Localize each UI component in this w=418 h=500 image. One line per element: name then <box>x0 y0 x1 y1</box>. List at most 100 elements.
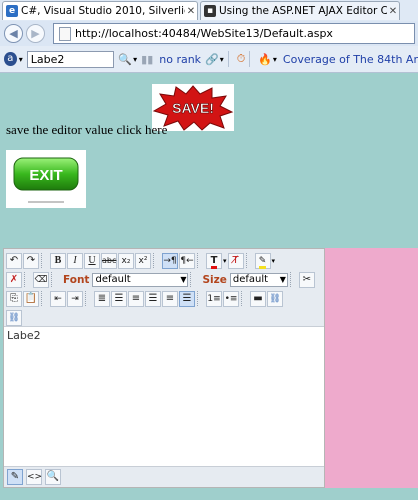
bullet-list-icon: •≡ <box>224 293 238 304</box>
close-icon[interactable]: ✕ <box>185 6 197 17</box>
remove-highlight-icon: ✗ <box>9 273 19 285</box>
link-icon[interactable]: 🔗 <box>205 53 219 66</box>
indent-icon: ⇥ <box>71 293 79 304</box>
justify-full-button[interactable]: ☰ <box>179 290 195 307</box>
editor-toolbar: ↶ ↷ B I U abc x₂ x² →¶ ¶← T ▾ T̸ ✎ ▾ ✗ ⌫… <box>4 249 324 327</box>
news-link[interactable]: Coverage of The 84th Ar <box>283 53 418 66</box>
toolbar-logo-icon[interactable]: a <box>4 52 17 66</box>
editor-content-area[interactable]: Labe2 <box>7 329 41 342</box>
ltr-button[interactable]: →¶ <box>162 252 178 269</box>
design-mode-button[interactable]: ✎ <box>7 469 23 485</box>
undo-icon: ↶ <box>9 254 19 266</box>
ie-page-icon: e <box>6 5 18 17</box>
chevron-down-icon[interactable]: ▾ <box>273 55 277 64</box>
undo-button[interactable]: ↶ <box>6 252 22 269</box>
paragraph-button[interactable]: ≣ <box>94 290 110 307</box>
font-select[interactable]: default ▼ <box>92 272 189 287</box>
tab-label: C#, Visual Studio 2010, Silverlight, AS.… <box>21 5 185 17</box>
rank-text[interactable]: no rank <box>159 53 201 66</box>
back-arrow-icon: ◀ <box>9 27 18 40</box>
remove-font-color-button[interactable]: T̸ <box>227 252 244 269</box>
link-icon: ⛓ <box>269 293 281 304</box>
insert-link-button[interactable]: ⛓ <box>267 290 283 307</box>
chevron-down-icon[interactable]: ▾ <box>220 55 224 64</box>
outdent-button[interactable]: ⇤ <box>50 290 66 307</box>
timer-icon[interactable]: ⏱ <box>237 52 246 66</box>
chevron-down-icon[interactable]: ▾ <box>133 55 137 64</box>
exit-image-text: EXIT <box>29 167 62 184</box>
font-color-icon: T <box>210 255 218 269</box>
magnifier-icon: 🔍 <box>46 471 60 482</box>
highlight-button[interactable]: ✎ <box>254 252 271 269</box>
size-select[interactable]: default ▼ <box>229 272 288 287</box>
close-icon[interactable]: ✕ <box>387 6 399 17</box>
copy-button[interactable]: ⎘ <box>6 290 22 307</box>
align-right-button[interactable]: ☰ <box>145 290 161 307</box>
align-left-button[interactable]: ☰ <box>111 290 127 307</box>
size-select-value: default <box>232 273 269 285</box>
outdent-icon: ⇤ <box>54 293 62 304</box>
redo-icon: ↷ <box>26 254 36 266</box>
save-image-text: SAVE! <box>172 100 214 116</box>
horizontal-rule-icon: ▬ <box>253 292 263 304</box>
search-icon[interactable]: 🔍 <box>118 53 132 66</box>
ordered-list-button[interactable]: 1≡ <box>206 290 222 307</box>
subscript-icon: x₂ <box>121 255 131 266</box>
superscript-button[interactable]: x² <box>135 252 151 269</box>
scissors-icon: ✂ <box>302 273 312 285</box>
exit-image-button[interactable]: EXIT <box>6 150 86 208</box>
remove-highlight-button[interactable]: ✗ <box>6 271 22 288</box>
fire-icon[interactable]: 🔥 <box>258 53 272 66</box>
justify-icon: ≡ <box>165 292 175 304</box>
address-bar: ◀ ▶ http://localhost:40484/WebSite13/Def… <box>0 21 418 46</box>
browser-toolbar: a ▾ Labe2 🔍 ▾ ▮▮ no rank 🔗 ▾ ⏱ 🔥 ▾ Cover… <box>0 46 418 73</box>
url-field[interactable]: http://localhost:40484/WebSite13/Default… <box>53 23 415 44</box>
bold-button[interactable]: B <box>50 252 66 269</box>
html-mode-button[interactable]: <> <box>26 469 42 485</box>
strikethrough-icon: abc <box>102 255 117 265</box>
toolbar-separator <box>197 291 203 306</box>
chevron-down-icon[interactable]: ▾ <box>272 257 276 265</box>
forward-button[interactable]: ▶ <box>26 24 45 43</box>
bar-chart-icon: ▮▮ <box>141 52 154 66</box>
preview-mode-button[interactable]: 🔍 <box>45 469 61 485</box>
size-label: Size <box>202 273 227 286</box>
rtl-button[interactable]: ¶← <box>179 252 195 269</box>
clear-styles-button[interactable]: ⌫ <box>33 271 49 288</box>
code-icon: <> <box>27 472 43 482</box>
toolbar-separator <box>190 272 196 287</box>
font-color-button[interactable]: T <box>206 252 222 269</box>
horizontal-rule-button[interactable]: ▬ <box>250 290 266 307</box>
separator <box>227 51 229 67</box>
toolbar-separator <box>241 291 247 306</box>
tab-csharp[interactable]: e C#, Visual Studio 2010, Silverlight, A… <box>2 1 198 20</box>
strikethrough-button[interactable]: abc <box>101 252 117 269</box>
back-button[interactable]: ◀ <box>4 24 23 43</box>
toolbar-search-input[interactable]: Labe2 <box>26 50 115 68</box>
align-center-button[interactable]: ≡ <box>128 290 144 307</box>
justify-button[interactable]: ≡ <box>162 290 178 307</box>
chevron-down-icon: ▼ <box>279 274 286 284</box>
remove-link-button[interactable]: ⛓ <box>6 309 22 326</box>
ltr-icon: →¶ <box>163 255 177 266</box>
paragraph-icon: ≣ <box>97 292 107 304</box>
cut-button[interactable]: ✂ <box>298 271 315 288</box>
tab-ajax-editor[interactable]: ▪ Using the ASP.NET AJAX Editor Contr...… <box>200 1 400 20</box>
pencil-icon: ✎ <box>10 471 20 482</box>
chevron-down-icon[interactable]: ▾ <box>223 257 227 265</box>
chevron-down-icon[interactable]: ▾ <box>19 55 23 64</box>
align-center-icon: ≡ <box>131 292 141 304</box>
italic-button[interactable]: I <box>67 252 83 269</box>
indent-button[interactable]: ⇥ <box>67 290 83 307</box>
paste-button[interactable]: 📋 <box>23 290 39 307</box>
toolbar-separator <box>51 272 57 287</box>
underline-button[interactable]: U <box>84 252 100 269</box>
underline-icon: U <box>88 254 96 266</box>
redo-button[interactable]: ↷ <box>23 252 39 269</box>
italic-icon: I <box>73 254 77 266</box>
tab-label: Using the ASP.NET AJAX Editor Contr... <box>219 5 387 17</box>
toolbar-separator <box>289 272 296 287</box>
subscript-button[interactable]: x₂ <box>118 252 134 269</box>
toolbar-separator <box>24 272 30 287</box>
bullet-list-button[interactable]: •≡ <box>223 290 239 307</box>
